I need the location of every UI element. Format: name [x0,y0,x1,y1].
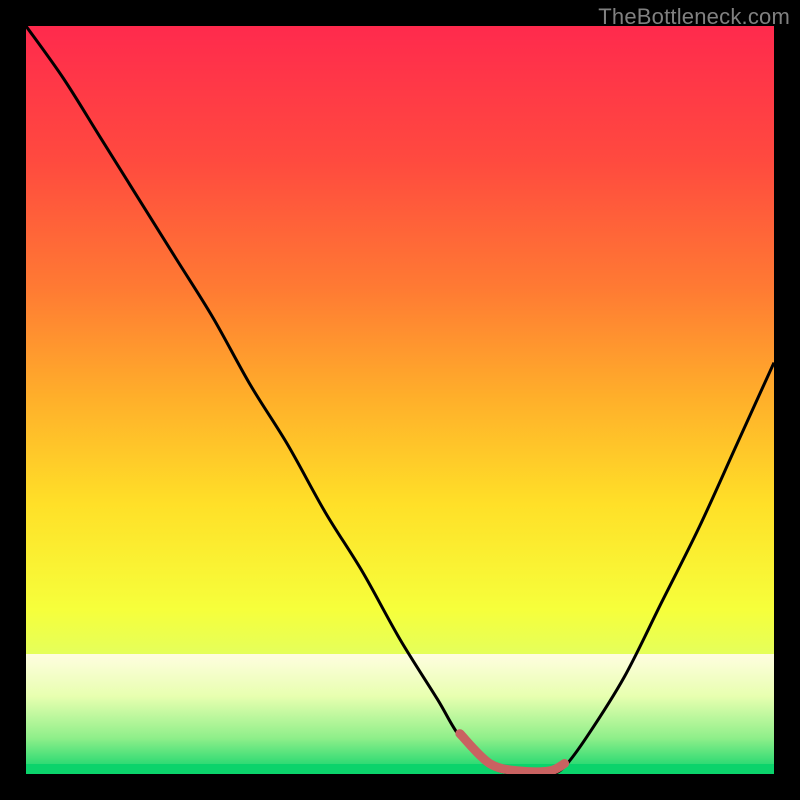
watermark-label: TheBottleneck.com [598,4,790,30]
green-baseline-strip [26,764,774,774]
outer-frame: TheBottleneck.com [0,0,800,800]
bottom-gradient-band [26,654,774,774]
chart-svg [26,26,774,774]
chart-area [26,26,774,774]
